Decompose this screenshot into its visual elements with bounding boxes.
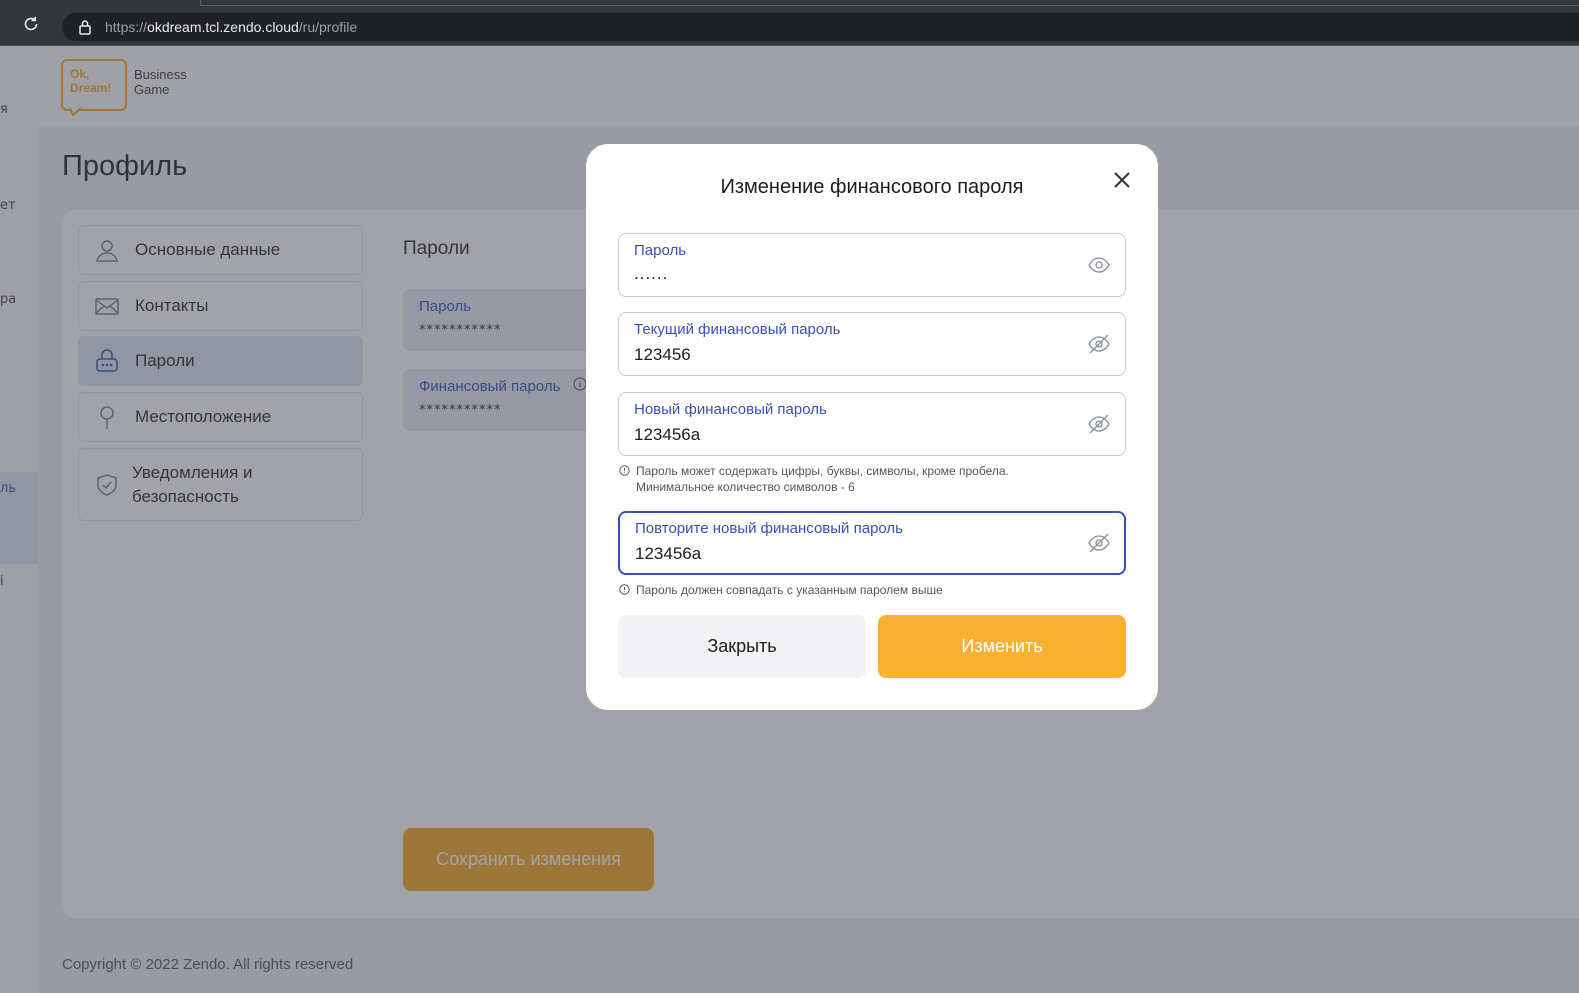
field-label: Новый финансовый пароль bbox=[634, 401, 827, 418]
eye-off-icon[interactable] bbox=[1087, 413, 1111, 435]
url-path: /ru/profile bbox=[298, 19, 358, 35]
eye-icon[interactable] bbox=[1087, 254, 1111, 276]
field-value[interactable]: ...... bbox=[634, 264, 668, 284]
eye-off-icon[interactable] bbox=[1087, 333, 1111, 355]
eye-off-icon[interactable] bbox=[1087, 532, 1111, 554]
hint-line: Пароль должен совпадать с указанным паро… bbox=[636, 583, 943, 597]
password-field[interactable]: Пароль ...... bbox=[618, 233, 1126, 297]
field-value[interactable]: 123456 bbox=[634, 345, 691, 365]
url-scheme: https:// bbox=[105, 19, 148, 35]
close-button[interactable]: Закрыть bbox=[618, 615, 866, 678]
tab-strip-edge bbox=[200, 0, 1579, 6]
new-financial-password-field[interactable]: Новый финансовый пароль 123456a bbox=[618, 392, 1126, 456]
reload-icon[interactable] bbox=[22, 15, 40, 33]
modal-title: Изменение финансового пароля bbox=[720, 176, 1024, 198]
field-label: Пароль bbox=[634, 242, 687, 259]
field-value[interactable]: 123456a bbox=[634, 425, 700, 445]
repeat-password-hint: Пароль должен совпадать с указанным паро… bbox=[619, 582, 943, 598]
field-label: Текущий финансовый пароль bbox=[634, 321, 841, 338]
url-host: okdream.tcl.zendo.cloud bbox=[147, 19, 299, 35]
close-icon[interactable] bbox=[1111, 169, 1133, 191]
browser-toolbar: https://okdream.tcl.zendo.cloud/ru/profi… bbox=[0, 0, 1579, 46]
info-icon bbox=[619, 584, 630, 595]
change-button[interactable]: Изменить bbox=[878, 615, 1126, 678]
field-label: Повторите новый финансовый пароль bbox=[635, 520, 903, 537]
lock-icon[interactable] bbox=[78, 19, 92, 35]
hint-line: Минимальное количество символов - 6 bbox=[636, 480, 855, 494]
field-value[interactable]: 123456a bbox=[635, 544, 701, 564]
hint-line: Пароль может содержать цифры, буквы, сим… bbox=[636, 464, 1009, 478]
current-financial-password-field[interactable]: Текущий финансовый пароль 123456 bbox=[618, 312, 1126, 376]
url-text[interactable]: https://okdream.tcl.zendo.cloud/ru/profi… bbox=[105, 19, 357, 35]
info-icon bbox=[619, 465, 630, 476]
new-password-hint: Пароль может содержать цифры, буквы, сим… bbox=[619, 463, 1009, 495]
repeat-financial-password-field[interactable]: Повторите новый финансовый пароль 123456… bbox=[618, 511, 1126, 575]
